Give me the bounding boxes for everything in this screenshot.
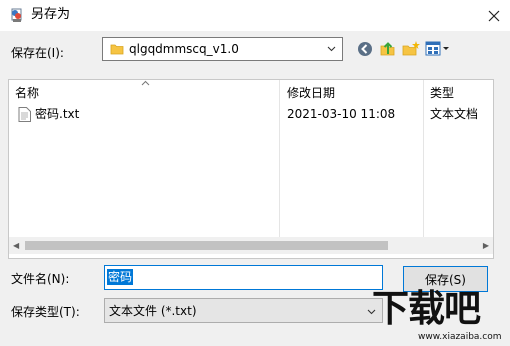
scroll-thumb[interactable]	[25, 241, 388, 250]
filetype-select[interactable]: 文本文件 (*.txt)	[104, 298, 383, 323]
view-menu-icon	[425, 41, 449, 56]
file-type: 文本文档	[430, 107, 479, 121]
new-folder-button[interactable]	[402, 40, 420, 58]
filename-label: 文件名(N):	[11, 272, 70, 286]
save-in-label: 保存在(I):	[11, 46, 64, 60]
save-dialog-icon	[9, 7, 25, 23]
up-folder-button[interactable]	[379, 40, 397, 58]
filetype-label: 保存类型(T):	[11, 305, 80, 319]
scroll-left-icon[interactable]: ◀	[13, 241, 19, 250]
back-button[interactable]	[356, 40, 374, 58]
file-list[interactable]: 名称 修改日期 类型 密码.txt 2021-03-10 11:08 文本文档 …	[8, 79, 494, 259]
folder-icon	[110, 44, 124, 55]
chevron-down-icon	[327, 46, 336, 52]
watermark-url: www.xiazaiba.com	[418, 332, 502, 342]
up-folder-icon	[380, 42, 395, 56]
new-folder-icon	[402, 41, 420, 56]
close-icon	[488, 10, 500, 21]
site-watermark: 下载吧 www.xiazaiba.com	[372, 287, 502, 343]
sort-ascending-icon	[141, 80, 150, 86]
file-name[interactable]: 密码.txt	[35, 106, 79, 122]
scroll-right-icon[interactable]: ▶	[483, 241, 489, 250]
file-modified: 2021-03-10 11:08	[287, 107, 396, 121]
filetype-value: 文本文件 (*.txt)	[109, 304, 197, 318]
title-bar	[0, 0, 510, 31]
back-icon	[358, 42, 372, 56]
folder-name: qlgqdmmscq_v1.0	[129, 42, 239, 56]
column-divider[interactable]	[279, 80, 280, 237]
watermark-logo-text: 下载吧	[372, 287, 481, 330]
column-divider[interactable]	[423, 80, 424, 237]
folder-dropdown[interactable]: qlgqdmmscq_v1.0	[102, 37, 343, 61]
column-modified[interactable]: 修改日期	[287, 85, 335, 101]
close-button[interactable]	[478, 0, 510, 31]
horizontal-scrollbar[interactable]: ◀ ▶	[9, 237, 493, 254]
column-header: 名称 修改日期 类型	[9, 80, 493, 104]
column-type[interactable]: 类型	[430, 85, 454, 101]
view-menu-button[interactable]	[425, 40, 451, 58]
column-name[interactable]: 名称	[15, 85, 39, 101]
filename-input[interactable]: 密码	[104, 265, 383, 290]
text-file-icon	[18, 107, 31, 122]
filename-value: 密码	[107, 269, 134, 285]
window-title: 另存为	[31, 7, 71, 22]
